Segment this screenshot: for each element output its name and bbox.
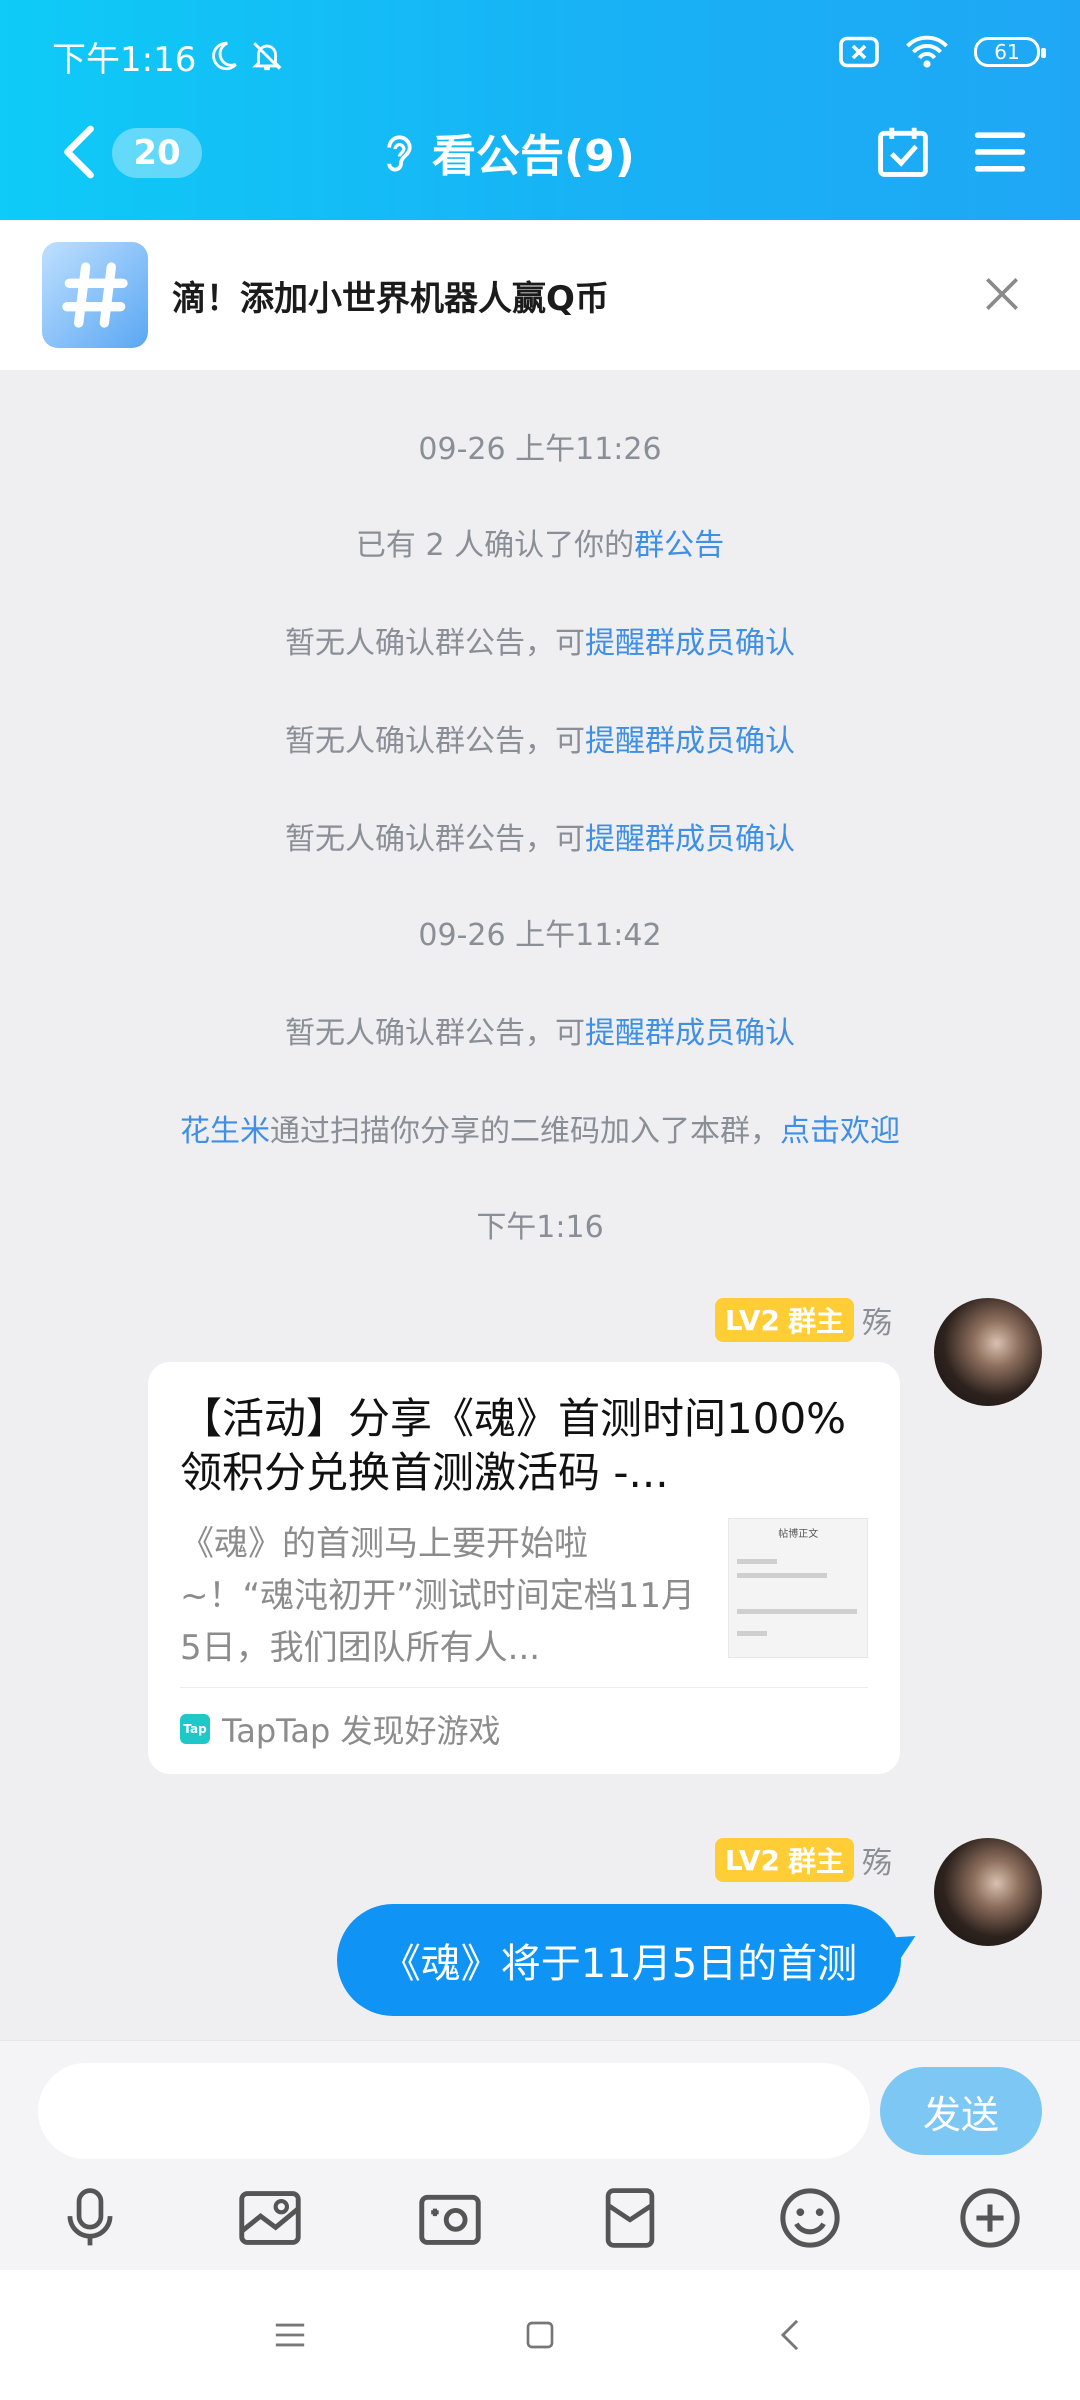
nav-bar: 20 看公告(9) bbox=[0, 112, 1080, 192]
member-name-link[interactable]: 花生米 bbox=[180, 1114, 270, 1149]
system-navigation-bar bbox=[0, 2270, 1080, 2400]
status-bar: 下午1:16 bbox=[52, 32, 284, 80]
red-packet-icon bbox=[605, 2188, 655, 2248]
back-icon[interactable] bbox=[54, 124, 104, 180]
share-card-source-text: TapTap 发现好游戏 bbox=[222, 1712, 501, 1750]
promo-banner[interactable]: 滴！添加小世界机器人赢Q币 bbox=[0, 220, 1080, 370]
avatar[interactable] bbox=[934, 1298, 1042, 1406]
chat-title-text: 看公告(9) bbox=[432, 131, 635, 182]
moon-icon bbox=[212, 41, 238, 71]
timestamp: 下午1:16 bbox=[476, 1210, 604, 1245]
header-bar: 下午1:16 61 20 看公告(9) bbox=[0, 0, 1080, 220]
avatar[interactable] bbox=[934, 1838, 1042, 1946]
share-card-description: 《魂》的首测马上要开始啦~！“魂沌初开”测试时间定档11月5日，我们团队所有人.… bbox=[180, 1524, 695, 1668]
sender-name: 殇 bbox=[862, 1846, 892, 1881]
timestamp: 09-26 上午11:42 bbox=[418, 918, 662, 953]
recents-button[interactable] bbox=[165, 2320, 415, 2350]
system-message: 暂无人确认群公告，可提醒群成员确认 bbox=[285, 1016, 795, 1051]
sim-off-icon bbox=[839, 36, 879, 68]
more-button[interactable] bbox=[900, 2183, 1080, 2253]
group-notice-link[interactable]: 群公告 bbox=[634, 528, 724, 563]
level-badge: LV2 群主 bbox=[714, 1298, 854, 1342]
send-button[interactable]: 发送 bbox=[880, 2067, 1042, 2155]
status-time: 下午1:16 bbox=[52, 39, 197, 80]
chat-area[interactable]: 09-26 上午11:26 已有 2 人确认了你的群公告 暂无人确认群公告，可提… bbox=[0, 370, 1080, 2040]
red-packet-button[interactable] bbox=[540, 2183, 720, 2253]
unread-count-badge[interactable]: 20 bbox=[112, 128, 202, 178]
input-bar: 发送 bbox=[0, 2040, 1080, 2270]
share-card-thumbnail: 帖博正文 bbox=[728, 1518, 868, 1658]
timestamp: 09-26 上午11:26 bbox=[418, 432, 662, 467]
share-card-title: 【活动】分享《魂》首测时间100%领积分兑换首测激活码 -... bbox=[180, 1394, 847, 1497]
battery-indicator: 61 bbox=[974, 37, 1046, 67]
level-badge: LV2 群主 bbox=[714, 1838, 854, 1882]
menu-icon[interactable] bbox=[972, 124, 1028, 180]
join-message: 花生米通过扫描你分享的二维码加入了本群，点击欢迎 bbox=[180, 1114, 900, 1149]
status-icons: 61 bbox=[838, 34, 1046, 70]
image-icon bbox=[239, 2191, 301, 2245]
recents-icon bbox=[275, 2323, 305, 2347]
banner-text: 滴！添加小世界机器人赢Q币 bbox=[172, 278, 609, 319]
back-nav-button[interactable] bbox=[665, 2318, 915, 2352]
emoji-icon bbox=[780, 2188, 840, 2248]
hashtag-icon bbox=[42, 242, 148, 348]
sender-info: LV2 群主 殇 bbox=[714, 1298, 892, 1342]
image-button[interactable] bbox=[180, 2183, 360, 2253]
taptap-logo-icon: Tap bbox=[180, 1714, 210, 1744]
system-message: 已有 2 人确认了你的群公告 bbox=[355, 528, 725, 563]
remind-members-link[interactable]: 提醒群成员确认 bbox=[585, 1016, 795, 1051]
voice-button[interactable] bbox=[0, 2183, 180, 2253]
close-icon[interactable] bbox=[980, 272, 1024, 316]
camera-button[interactable] bbox=[360, 2183, 540, 2253]
sender-name: 殇 bbox=[862, 1306, 892, 1341]
home-icon bbox=[526, 2321, 554, 2349]
share-card[interactable]: 【活动】分享《魂》首测时间100%领积分兑换首测激活码 -... 《魂》的首测马… bbox=[148, 1362, 900, 1774]
toolbar bbox=[0, 2183, 1080, 2253]
message-bubble[interactable]: 《魂》将于11月5日的首测 bbox=[337, 1904, 901, 2016]
calendar-check-icon[interactable] bbox=[874, 124, 932, 180]
emoji-button[interactable] bbox=[720, 2183, 900, 2253]
microphone-icon bbox=[67, 2188, 113, 2246]
sender-info: LV2 群主 殇 bbox=[714, 1838, 892, 1882]
remind-members-link[interactable]: 提醒群成员确认 bbox=[585, 822, 795, 857]
ear-icon bbox=[387, 135, 412, 172]
message-input[interactable] bbox=[38, 2063, 870, 2159]
chat-title[interactable]: 看公告(9) bbox=[380, 120, 635, 184]
remind-members-link[interactable]: 提醒群成员确认 bbox=[585, 724, 795, 759]
back-arrow-icon bbox=[780, 2319, 799, 2351]
remind-members-link[interactable]: 提醒群成员确认 bbox=[585, 626, 795, 661]
system-message: 暂无人确认群公告，可提醒群成员确认 bbox=[285, 822, 795, 857]
system-message: 暂无人确认群公告，可提醒群成员确认 bbox=[285, 626, 795, 661]
mute-bell-icon bbox=[252, 42, 283, 71]
camera-icon bbox=[419, 2194, 481, 2245]
system-message: 暂无人确认群公告，可提醒群成员确认 bbox=[285, 724, 795, 759]
wifi-icon bbox=[906, 35, 948, 68]
home-button[interactable] bbox=[415, 2319, 665, 2351]
share-card-source: Tap TapTap 发现好游戏 bbox=[180, 1687, 868, 1752]
share-card-body: 《魂》的首测马上要开始啦~！“魂沌初开”测试时间定档11月5日，我们团队所有人.… bbox=[180, 1518, 868, 1674]
plus-icon bbox=[960, 2188, 1020, 2248]
welcome-link[interactable]: 点击欢迎 bbox=[780, 1114, 900, 1149]
